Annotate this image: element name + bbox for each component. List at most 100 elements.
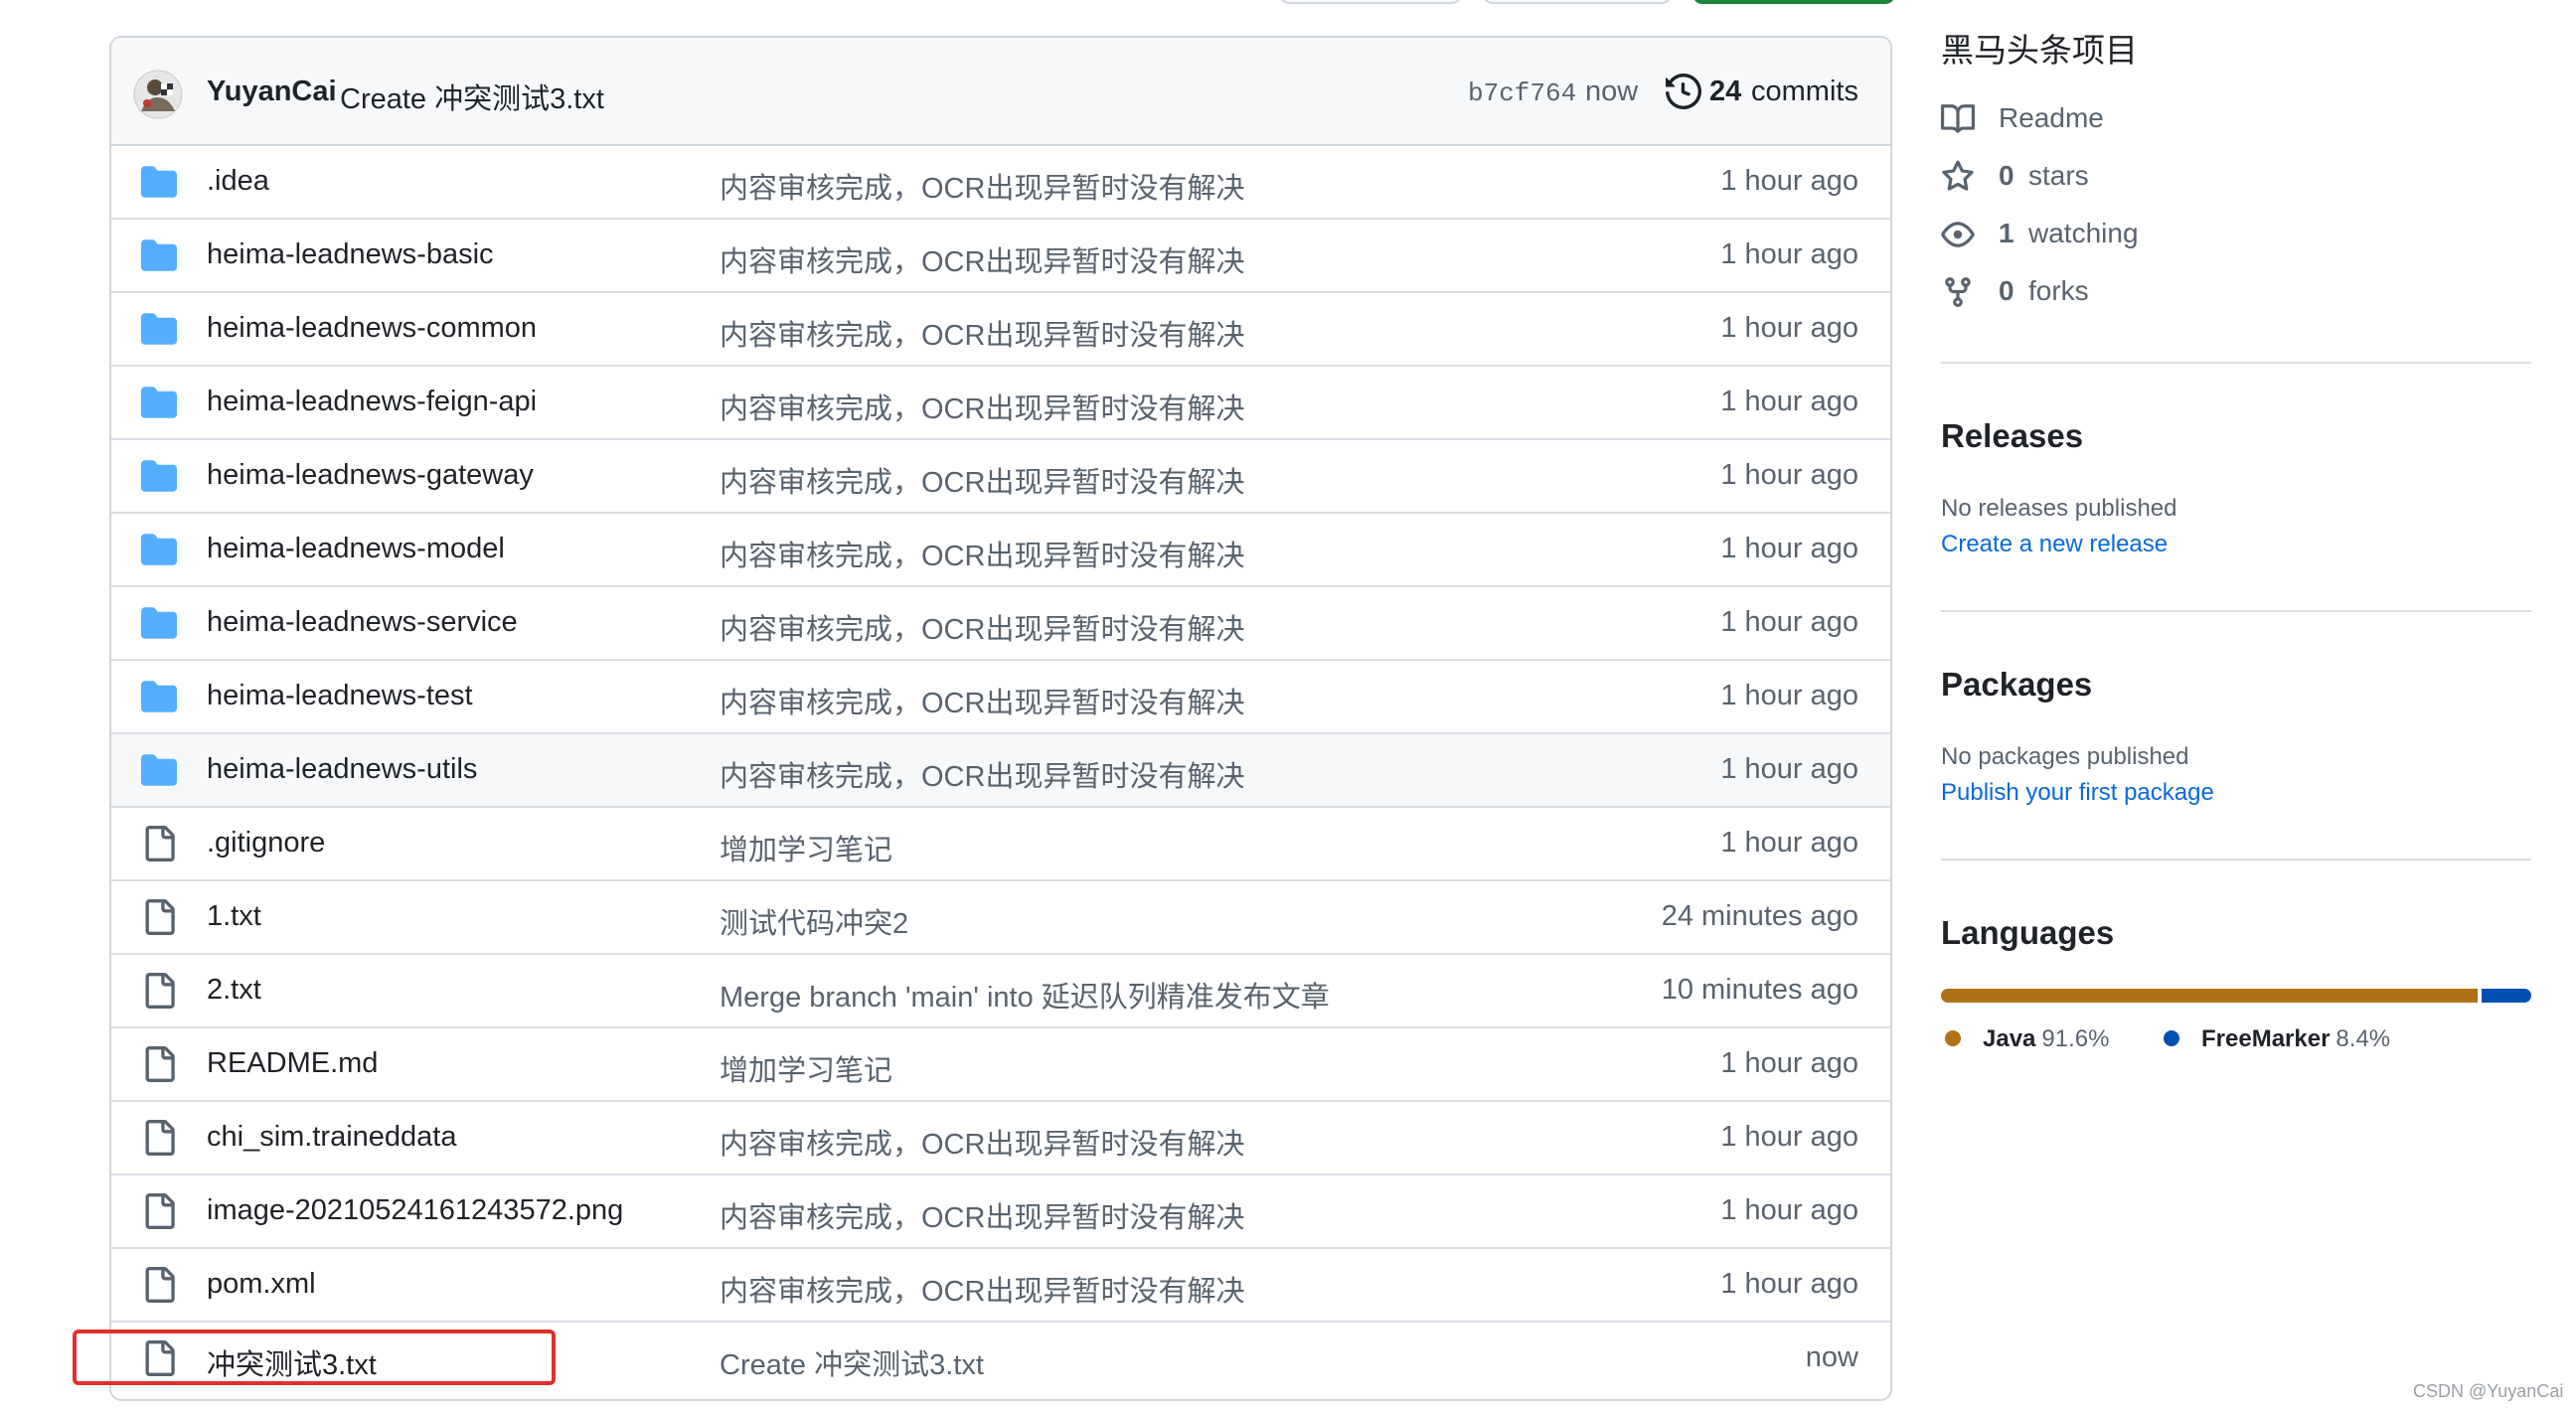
file-row[interactable]: heima-leadnews-gateway 内容审核完成，OCR出现异暂时没有解… bbox=[111, 440, 1890, 514]
file-name-link[interactable]: image-20210524161243572.png bbox=[207, 1194, 623, 1227]
watching-label: watching bbox=[2028, 218, 2139, 248]
code-tab-button[interactable] bbox=[1279, 0, 1462, 4]
publish-package-link[interactable]: Publish your first package bbox=[1941, 779, 2214, 807]
file-name-link[interactable]: heima-leadnews-feign-api bbox=[207, 386, 537, 418]
file-commit-time: 1 hour ago bbox=[1720, 753, 1858, 785]
file-name-link[interactable]: heima-leadnews-common bbox=[207, 312, 537, 345]
file-row[interactable]: heima-leadnews-test 内容审核完成，OCR出现异暂时没有解决 1 … bbox=[111, 661, 1890, 734]
file-name-link[interactable]: heima-leadnews-basic bbox=[207, 238, 494, 271]
language-item-java[interactable]: Java 91.6% bbox=[1945, 1025, 2109, 1053]
file-commit-time: 10 minutes ago bbox=[1661, 974, 1858, 1006]
file-row[interactable]: heima-leadnews-basic 内容审核完成，OCR出现异暂时没有解决 1… bbox=[111, 220, 1890, 293]
language-dot bbox=[2164, 1029, 2179, 1046]
language-bar-segment bbox=[2482, 989, 2531, 1003]
file-commit-message[interactable]: 内容审核完成，OCR出现异暂时没有解决 bbox=[720, 165, 1244, 207]
commit-count[interactable]: 24 bbox=[1709, 76, 1741, 108]
file-commit-message[interactable]: 内容审核完成，OCR出现异暂时没有解决 bbox=[720, 1121, 1244, 1163]
file-name-link[interactable]: chi_sim.traineddata bbox=[207, 1121, 456, 1154]
watching-link[interactable]: 1 watching bbox=[1941, 216, 2537, 255]
file-commit-message[interactable]: 内容审核完成，OCR出现异暂时没有解决 bbox=[720, 680, 1244, 721]
folder-icon bbox=[141, 311, 177, 347]
file-row[interactable]: heima-leadnews-common 内容审核完成，OCR出现异暂时没有解决… bbox=[111, 293, 1890, 367]
file-commit-time: 1 hour ago bbox=[1720, 165, 1858, 197]
forks-label: forks bbox=[2028, 275, 2089, 306]
file-row[interactable]: chi_sim.traineddata 内容审核完成，OCR出现异暂时没有解决 1 … bbox=[111, 1102, 1890, 1175]
file-row[interactable]: .gitignore 增加学习笔记 1 hour ago bbox=[111, 808, 1890, 881]
file-icon bbox=[141, 1193, 177, 1229]
releases-title[interactable]: Releases bbox=[1941, 417, 2083, 455]
code-button[interactable] bbox=[1692, 0, 1895, 4]
file-name-link[interactable]: pom.xml bbox=[207, 1268, 316, 1301]
file-row[interactable]: .idea 内容审核完成，OCR出现异暂时没有解决 1 hour ago bbox=[111, 146, 1890, 220]
releases-empty-text: No releases published bbox=[1941, 495, 2177, 522]
file-commit-message[interactable]: 内容审核完成，OCR出现异暂时没有解决 bbox=[720, 238, 1244, 280]
language-name: Java bbox=[1983, 1025, 2036, 1052]
file-commit-time: 1 hour ago bbox=[1720, 386, 1858, 417]
go-to-file-button[interactable] bbox=[1483, 0, 1672, 4]
file-commit-time: 1 hour ago bbox=[1720, 312, 1858, 344]
file-row[interactable]: pom.xml 内容审核完成，OCR出现异暂时没有解决 1 hour ago bbox=[111, 1249, 1890, 1323]
packages-title[interactable]: Packages bbox=[1941, 666, 2092, 704]
file-commit-message[interactable]: 内容审核完成，OCR出现异暂时没有解决 bbox=[720, 1194, 1244, 1236]
book-icon bbox=[1941, 104, 1975, 133]
create-release-link[interactable]: Create a new release bbox=[1941, 531, 2168, 558]
language-bar-segment bbox=[1941, 989, 2479, 1003]
file-commit-message[interactable]: 内容审核完成，OCR出现异暂时没有解决 bbox=[720, 386, 1244, 427]
file-row[interactable]: 2.txt Merge branch 'main' into 延迟队列精准发布文章… bbox=[111, 955, 1890, 1028]
file-icon bbox=[141, 1046, 177, 1082]
file-row[interactable]: README.md 增加学习笔记 1 hour ago bbox=[111, 1028, 1890, 1102]
file-name-link[interactable]: 1.txt bbox=[207, 900, 261, 933]
file-name-link[interactable]: heima-leadnews-model bbox=[207, 533, 505, 565]
commit-sha[interactable]: b7cf764 bbox=[1468, 78, 1576, 108]
commit-message[interactable]: Create 冲突测试3.txt bbox=[340, 76, 604, 117]
file-commit-time: 1 hour ago bbox=[1720, 1121, 1858, 1153]
star-icon bbox=[1942, 160, 1974, 191]
file-commit-message[interactable]: 测试代码冲突2 bbox=[720, 900, 908, 942]
file-commit-message[interactable]: 内容审核完成，OCR出现异暂时没有解决 bbox=[720, 533, 1244, 574]
file-row[interactable]: heima-leadnews-feign-api 内容审核完成，OCR出现异暂时没… bbox=[111, 367, 1890, 440]
file-commit-message[interactable]: 增加学习笔记 bbox=[720, 827, 892, 868]
forks-link[interactable]: 0 forks bbox=[1941, 273, 2537, 313]
file-name-link[interactable]: README.md bbox=[207, 1047, 378, 1080]
file-commit-time: 24 minutes ago bbox=[1661, 900, 1858, 932]
file-commit-message[interactable]: Merge branch 'main' into 延迟队列精准发布文章 bbox=[720, 974, 1330, 1016]
file-commit-message[interactable]: 内容审核完成，OCR出现异暂时没有解决 bbox=[720, 606, 1244, 648]
file-commit-time: 1 hour ago bbox=[1720, 606, 1858, 638]
file-commit-message[interactable]: 内容审核完成，OCR出现异暂时没有解决 bbox=[720, 753, 1244, 795]
file-row[interactable]: heima-leadnews-utils 内容审核完成，OCR出现异暂时没有解决 1… bbox=[111, 734, 1890, 808]
folder-icon bbox=[141, 385, 177, 420]
file-name-link[interactable]: heima-leadnews-test bbox=[207, 680, 473, 712]
commit-count-label[interactable]: commits bbox=[1751, 76, 1858, 108]
file-name-link[interactable]: 2.txt bbox=[207, 974, 261, 1007]
file-commit-message[interactable]: 增加学习笔记 bbox=[720, 1047, 892, 1089]
readme-label: Readme bbox=[1999, 102, 2104, 133]
file-commit-message[interactable]: 内容审核完成，OCR出现异暂时没有解决 bbox=[720, 312, 1244, 354]
file-commit-time: 1 hour ago bbox=[1720, 533, 1858, 564]
file-commit-message[interactable]: Create 冲突测试3.txt bbox=[720, 1341, 984, 1383]
avatar[interactable] bbox=[133, 70, 183, 119]
folder-icon bbox=[141, 605, 177, 641]
language-item-freemarker[interactable]: FreeMarker 8.4% bbox=[2164, 1025, 2390, 1053]
file-name-link[interactable]: .gitignore bbox=[207, 827, 325, 860]
file-name-link[interactable]: .idea bbox=[207, 165, 269, 198]
repo-description: 黑马头条项目 bbox=[1941, 32, 2138, 69]
language-name: FreeMarker bbox=[2201, 1025, 2331, 1052]
file-row[interactable]: image-20210524161243572.png 内容审核完成，OCR出现异… bbox=[111, 1175, 1890, 1249]
history-icon[interactable] bbox=[1666, 74, 1701, 109]
file-row[interactable]: heima-leadnews-model 内容审核完成，OCR出现异暂时没有解决 1… bbox=[111, 514, 1890, 587]
commit-author[interactable]: YuyanCai bbox=[207, 76, 337, 108]
file-icon bbox=[141, 1267, 177, 1303]
file-name-link[interactable]: heima-leadnews-utils bbox=[207, 753, 477, 786]
file-row[interactable]: 1.txt 测试代码冲突2 24 minutes ago bbox=[111, 881, 1890, 955]
file-name-link[interactable]: heima-leadnews-service bbox=[207, 606, 518, 639]
file-row[interactable]: heima-leadnews-service 内容审核完成，OCR出现异暂时没有解… bbox=[111, 587, 1890, 661]
file-list: .idea 内容审核完成，OCR出现异暂时没有解决 1 hour ago heima-… bbox=[111, 146, 1890, 1396]
file-commit-time: now bbox=[1805, 1341, 1858, 1373]
file-commit-message[interactable]: 内容审核完成，OCR出现异暂时没有解决 bbox=[720, 459, 1244, 501]
readme-link[interactable]: Readme bbox=[1941, 100, 2537, 140]
stars-link[interactable]: 0 stars bbox=[1941, 158, 2537, 198]
folder-icon bbox=[141, 164, 177, 200]
file-commit-message[interactable]: 内容审核完成，OCR出现异暂时没有解决 bbox=[720, 1268, 1244, 1310]
file-name-link[interactable]: heima-leadnews-gateway bbox=[207, 459, 534, 492]
file-commit-time: 1 hour ago bbox=[1720, 1194, 1858, 1226]
